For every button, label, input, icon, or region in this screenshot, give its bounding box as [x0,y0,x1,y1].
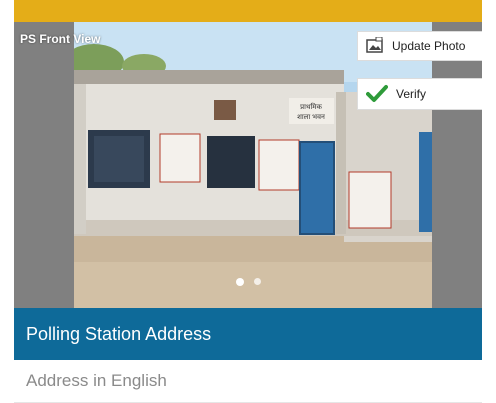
photo-carousel[interactable]: PS Front View प्राथमिक शाला भवन Update P… [14,22,482,308]
section-title: Polling Station Address [26,323,212,344]
update-photo-label: Update Photo [392,39,466,53]
photo-label: PS Front View [20,32,101,46]
top-strip [14,0,482,22]
section-header: Polling Station Address [14,308,482,360]
carousel-dot[interactable] [253,278,261,285]
address-english-label: Address in English [26,371,167,390]
verify-label: Verify [396,87,427,101]
carousel-indicators [14,278,482,286]
checkmark-icon [366,84,388,104]
update-photo-button[interactable]: Update Photo [357,31,482,61]
image-edit-icon [366,37,384,55]
carousel-dot-active[interactable] [235,278,244,286]
sign-text-1: प्राथमिक [300,102,322,111]
polling-station-photo: प्राथमिक शाला भवन [74,22,432,308]
verify-button[interactable]: Verify [357,78,482,110]
address-english-field[interactable]: Address in English [14,360,482,403]
sign-text-2: शाला भवन [297,114,325,121]
